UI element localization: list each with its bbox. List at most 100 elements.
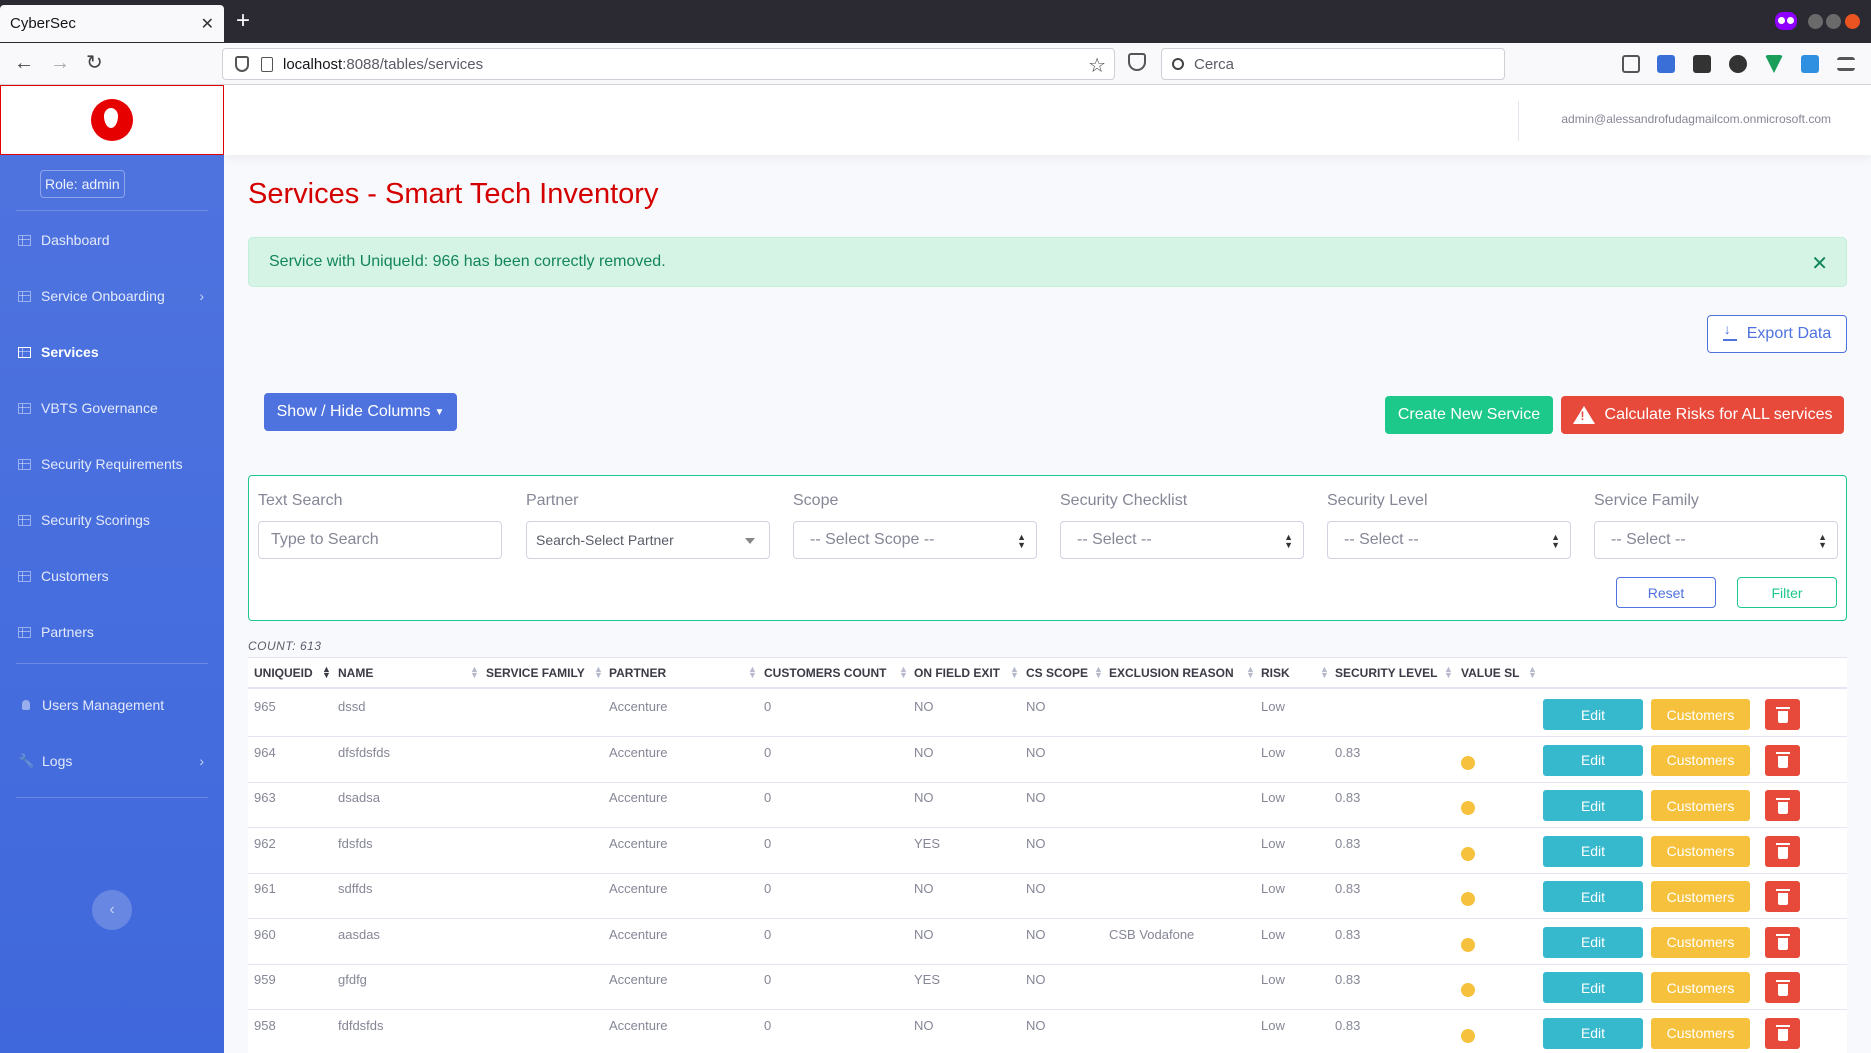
edit-button[interactable]: Edit	[1543, 835, 1643, 867]
back-icon[interactable]: ←	[14, 51, 34, 75]
customers-button[interactable]: Customers	[1651, 699, 1750, 730]
sort-icon[interactable]: ▲ ▼	[899, 665, 908, 680]
edit-button[interactable]: Edit	[1543, 881, 1643, 912]
partner-select[interactable]: Search-Select Partner	[526, 521, 770, 559]
delete-button[interactable]	[1765, 835, 1800, 867]
filter-button[interactable]: Filter	[1737, 577, 1837, 608]
delete-button[interactable]	[1765, 881, 1800, 912]
sidebar-item-partners[interactable]: Partners	[0, 614, 224, 650]
translate-icon[interactable]	[1657, 55, 1675, 73]
success-alert: Service with UniqueId: 966 has been corr…	[248, 237, 1847, 287]
sidebar-item-label: Logs	[42, 753, 73, 769]
column-header-customers-count[interactable]: CUSTOMERS COUNT	[764, 666, 886, 680]
reset-button[interactable]: Reset	[1616, 577, 1716, 608]
sidebar-item-dashboard[interactable]: Dashboard	[0, 222, 224, 258]
customers-button[interactable]: Customers	[1651, 972, 1750, 1003]
new-tab-icon[interactable]: +	[236, 9, 250, 33]
cell-partner: Accenture	[609, 699, 668, 714]
sort-icon[interactable]: ▲ ▼	[1010, 665, 1019, 680]
column-header-on-field-exit[interactable]: ON FIELD EXIT	[914, 666, 1000, 680]
scope-select[interactable]: -- Select Scope -- ▲ ▼	[793, 521, 1037, 559]
delete-button[interactable]	[1765, 790, 1800, 821]
column-header-uniqueid[interactable]: UNIQUEID	[254, 666, 313, 680]
sort-icon[interactable]: ▲ ▼	[748, 665, 757, 680]
sort-icon[interactable]: ▲ ▼	[1094, 665, 1103, 680]
close-tab-icon[interactable]: ✕	[201, 14, 214, 34]
shield-icon[interactable]	[235, 56, 249, 72]
forward-icon[interactable]: →	[50, 51, 70, 75]
page-icon[interactable]	[261, 56, 273, 72]
column-header-cs-scope[interactable]: CS SCOPE	[1026, 666, 1088, 680]
minimize-button[interactable]	[1808, 14, 1823, 29]
sort-icon[interactable]: ▲ ▼	[470, 665, 479, 680]
column-header-security-level[interactable]: SECURITY LEVEL	[1335, 666, 1437, 680]
browser-search-input[interactable]: Cerca	[1161, 48, 1505, 80]
sidebar-item-logs[interactable]: 🔧 Logs ›	[0, 743, 224, 779]
calculate-risks-button[interactable]: Calculate Risks for ALL services	[1561, 396, 1844, 434]
edit-button[interactable]: Edit	[1543, 1017, 1643, 1049]
reload-icon[interactable]: ↻	[86, 51, 103, 75]
close-window-button[interactable]	[1845, 14, 1860, 29]
customers-button[interactable]: Customers	[1651, 1017, 1750, 1049]
sort-icon[interactable]: ▲ ▼	[1528, 665, 1537, 680]
delete-button[interactable]	[1765, 1017, 1800, 1049]
column-header-service-family[interactable]: SERVICE FAMILY	[486, 666, 585, 680]
text-search-input[interactable]: Type to Search	[258, 521, 502, 559]
reader-view-icon[interactable]	[1622, 55, 1640, 73]
delete-button[interactable]	[1765, 699, 1800, 730]
export-data-button[interactable]: Export Data	[1707, 315, 1847, 353]
security-checklist-select[interactable]: -- Select -- ▲ ▼	[1060, 521, 1304, 559]
sidebar-item-security-requirements[interactable]: Security Requirements	[0, 446, 224, 482]
delete-button[interactable]	[1765, 744, 1800, 776]
edit-button[interactable]: Edit	[1543, 744, 1643, 776]
sidebar-item-users-management[interactable]: Users Management	[0, 687, 224, 723]
text-search-placeholder: Type to Search	[271, 531, 379, 548]
extension-grid-icon[interactable]	[1693, 55, 1711, 73]
customers-button[interactable]: Customers	[1651, 926, 1750, 958]
sidebar-item-security-scorings[interactable]: Security Scorings	[0, 502, 224, 538]
sort-icon[interactable]: ▲ ▼	[1246, 665, 1255, 680]
sidebar-item-vbts-governance[interactable]: VBTS Governance	[0, 390, 224, 426]
create-new-service-button[interactable]: Create New Service	[1385, 396, 1553, 434]
edit-button[interactable]: Edit	[1543, 926, 1643, 958]
sidebar-item-services[interactable]: Services	[0, 334, 224, 370]
account-icon[interactable]	[1729, 55, 1747, 73]
close-icon[interactable]: ✕	[1811, 251, 1828, 276]
bookmark-star-icon[interactable]: ☆	[1088, 53, 1106, 78]
search-placeholder: Cerca	[1194, 55, 1235, 73]
column-header-name[interactable]: NAME	[338, 666, 373, 680]
column-header-partner[interactable]: PARTNER	[609, 666, 666, 680]
column-header-risk[interactable]: RISK	[1261, 666, 1290, 680]
customers-button[interactable]: Customers	[1651, 881, 1750, 912]
user-email[interactable]: admin@alessandrofudagmailcom.onmicrosoft…	[1561, 112, 1831, 126]
delete-button[interactable]	[1765, 926, 1800, 958]
edit-button[interactable]: Edit	[1543, 972, 1643, 1003]
edit-button[interactable]: Edit	[1543, 699, 1643, 730]
security-level-select[interactable]: -- Select -- ▲ ▼	[1327, 521, 1571, 559]
delete-button[interactable]	[1765, 972, 1800, 1003]
url-bar[interactable]: localhost:8088/tables/services ☆	[222, 48, 1115, 80]
customers-button[interactable]: Customers	[1651, 790, 1750, 821]
sort-icon[interactable]: ▲ ▼	[594, 665, 603, 680]
customers-button[interactable]: Customers	[1651, 835, 1750, 867]
sort-icon[interactable]: ▲ ▼	[1320, 665, 1329, 680]
sidebar-item-customers[interactable]: Customers	[0, 558, 224, 594]
column-header-value-sl[interactable]: VALUE SL	[1461, 666, 1519, 680]
browser-tab[interactable]: CyberSec ✕	[0, 5, 224, 42]
sidebar-toggle-button[interactable]: ‹	[92, 890, 132, 930]
column-header-exclusion-reason[interactable]: EXCLUSION REASON	[1109, 666, 1234, 680]
brand-logo-area[interactable]	[0, 85, 224, 155]
table-row: 958 fdfdsfds Accenture 0 NO NO Low 0.83 Edit Cust…	[248, 1010, 1847, 1053]
customers-button[interactable]: Customers	[1651, 744, 1750, 776]
service-family-select[interactable]: -- Select -- ▲ ▼	[1594, 521, 1838, 559]
extension-icon[interactable]	[1801, 55, 1819, 73]
pocket-icon[interactable]	[1128, 53, 1146, 71]
sort-icon[interactable]: ▲ ▼	[1444, 665, 1453, 680]
vue-devtools-icon[interactable]	[1765, 55, 1783, 73]
menu-icon[interactable]	[1837, 57, 1855, 71]
edit-button[interactable]: Edit	[1543, 790, 1643, 821]
show-hide-columns-button[interactable]: Show / Hide Columns ▼	[264, 393, 457, 431]
sidebar-item-service-onboarding[interactable]: Service Onboarding ›	[0, 278, 224, 314]
sort-desc-icon[interactable]: ▲ ▼	[322, 665, 331, 680]
maximize-button[interactable]	[1826, 14, 1841, 29]
